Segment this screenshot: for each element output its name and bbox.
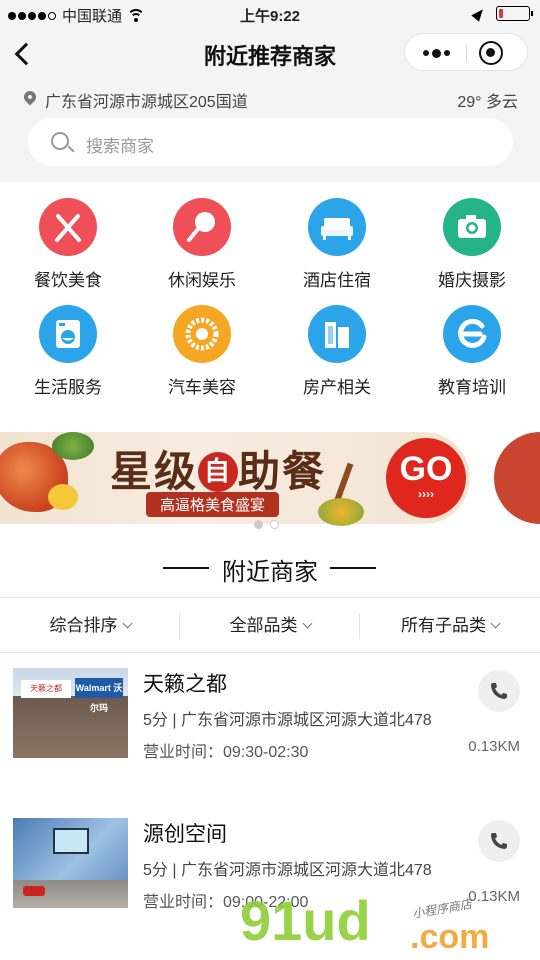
- shop-distance: 0.13KM: [468, 888, 520, 905]
- shop-distance: 0.13KM: [468, 738, 520, 755]
- category-item-education[interactable]: 教育培训: [412, 295, 532, 397]
- call-button[interactable]: [478, 820, 520, 862]
- utensils-icon: [39, 198, 97, 256]
- thumb-screen: [53, 828, 89, 854]
- education-e-icon: [443, 305, 501, 363]
- chevron-down-icon: [122, 618, 132, 629]
- category-label: 汽车美容: [168, 378, 236, 397]
- banner-title-circle: 自: [198, 452, 239, 492]
- shop-thumbnail: [13, 818, 128, 908]
- banner-slide-next[interactable]: [494, 432, 540, 524]
- lemon-image: [48, 484, 78, 510]
- washing-machine-icon: [39, 305, 97, 363]
- battery-icon: [496, 6, 533, 21]
- current-address[interactable]: 广东省河源市源城区205国道: [45, 88, 248, 112]
- mini-program-capsule: [404, 33, 528, 71]
- filter-subcategory[interactable]: 所有子品类: [360, 598, 540, 653]
- thumb-sign-secondary: 天籁之都: [21, 680, 71, 698]
- close-mini-program-button[interactable]: [479, 41, 503, 65]
- filter-sort[interactable]: 综合排序: [0, 598, 180, 653]
- go-arrows: ››››: [418, 487, 434, 501]
- shop-hours: 营业时间：09:30-02:30: [143, 744, 309, 761]
- page: 中国联通 上午9:22 附近推荐商家 广东省河源市源城区205国道 29° 多云…: [0, 0, 540, 960]
- shop-thumbnail: Walmart 沃尔玛 天籁之都: [13, 668, 128, 758]
- sofa-icon: [308, 198, 366, 256]
- category-label: 餐饮美食: [34, 271, 102, 290]
- banner-subtitle: 高逼格美食盛宴: [146, 492, 280, 517]
- category-item-hotel[interactable]: 酒店住宿: [277, 188, 397, 290]
- status-time: 上午9:22: [239, 8, 301, 25]
- category-label: 生活服务: [34, 378, 102, 397]
- category-item-car-care[interactable]: 汽车美容: [142, 295, 262, 397]
- category-label: 酒店住宿: [303, 271, 371, 290]
- filter-label: 所有子品类: [401, 616, 486, 635]
- shop-rating-address: 5分 | 广东省河源市源城区河源大道北478: [143, 712, 432, 729]
- pagination-dot-active[interactable]: [270, 520, 279, 529]
- go-label: GO: [399, 450, 453, 488]
- camera-icon: [443, 198, 501, 256]
- search-bar[interactable]: 搜索商家: [28, 118, 513, 166]
- more-menu-button[interactable]: [405, 34, 467, 72]
- category-grid: 餐饮美食 休闲娱乐 酒店住宿 婚庆摄影 生活服务 汽车美容 房产相关 教育培训: [0, 188, 540, 408]
- banner-slide-buffet[interactable]: 星级自助餐 高逼格美食盛宴 GO ››››: [0, 432, 470, 526]
- banner-title-part-b: 助餐: [238, 447, 327, 496]
- watermark-domain: .com: [410, 918, 490, 956]
- banner-title-part-a: 星级: [110, 447, 199, 496]
- thumb-car: [23, 886, 45, 896]
- search-icon: [51, 132, 69, 150]
- location-pin-icon: [21, 88, 39, 106]
- shop-name: 源创空间: [143, 823, 227, 846]
- shop-list-item[interactable]: Walmart 沃尔玛 天籁之都 天籁之都 5分 | 广东省河源市源城区河源大道…: [0, 668, 540, 798]
- tire-icon: [173, 305, 231, 363]
- banner-go-button[interactable]: GO ››››: [386, 438, 466, 518]
- filter-category[interactable]: 全部品类: [180, 598, 360, 653]
- building-icon: [308, 305, 366, 363]
- salad-image: [318, 498, 364, 526]
- capsule-divider: [466, 44, 467, 62]
- section-line-right: [330, 567, 376, 569]
- filter-label: 全部品类: [229, 616, 298, 635]
- greens-image: [52, 432, 94, 460]
- search-placeholder: 搜索商家: [86, 137, 154, 156]
- watermark-logo: 91ud: [240, 889, 371, 952]
- shop-name: 天籁之都: [143, 673, 227, 696]
- category-label: 婚庆摄影: [438, 271, 506, 290]
- battery-level: [499, 9, 504, 18]
- category-item-real-estate[interactable]: 房产相关: [277, 295, 397, 397]
- category-item-life-service[interactable]: 生活服务: [8, 295, 128, 397]
- chevron-down-icon: [490, 618, 501, 629]
- weather-info: 29° 多云: [457, 94, 518, 111]
- filter-label: 综合排序: [49, 616, 118, 635]
- category-label: 房产相关: [303, 378, 371, 397]
- category-item-leisure[interactable]: 休闲娱乐: [142, 188, 262, 290]
- status-right: [471, 5, 533, 22]
- phone-icon: [491, 833, 507, 849]
- pagination-dot[interactable]: [254, 520, 263, 529]
- chevron-down-icon: [302, 618, 312, 629]
- location-search-area: 广东省河源市源城区205国道 29° 多云 搜索商家: [0, 80, 540, 182]
- thumb-sign: Walmart 沃尔玛: [75, 678, 123, 713]
- status-bar: 中国联通 上午9:22: [0, 0, 540, 28]
- category-item-wedding[interactable]: 婚庆摄影: [412, 188, 532, 290]
- racket-icon: [173, 198, 231, 256]
- phone-icon: [491, 683, 507, 699]
- nav-bar: 附近推荐商家: [0, 28, 540, 80]
- shop-rating-address: 5分 | 广东省河源市源城区河源大道北478: [143, 862, 432, 879]
- thumb-building: [13, 696, 128, 758]
- category-label: 教育培训: [438, 378, 506, 397]
- banner-pagination: [254, 520, 294, 530]
- location-arrow-icon: [471, 5, 487, 22]
- section-title: 附近商家: [222, 559, 318, 586]
- promo-banner[interactable]: 星级自助餐 高逼格美食盛宴 GO ››››: [0, 430, 540, 526]
- category-label: 休闲娱乐: [168, 271, 236, 290]
- banner-title: 星级自助餐: [110, 438, 326, 499]
- filter-bar: 综合排序 全部品类 所有子品类: [0, 597, 540, 653]
- call-button[interactable]: [478, 670, 520, 712]
- category-item-food[interactable]: 餐饮美食: [8, 188, 128, 290]
